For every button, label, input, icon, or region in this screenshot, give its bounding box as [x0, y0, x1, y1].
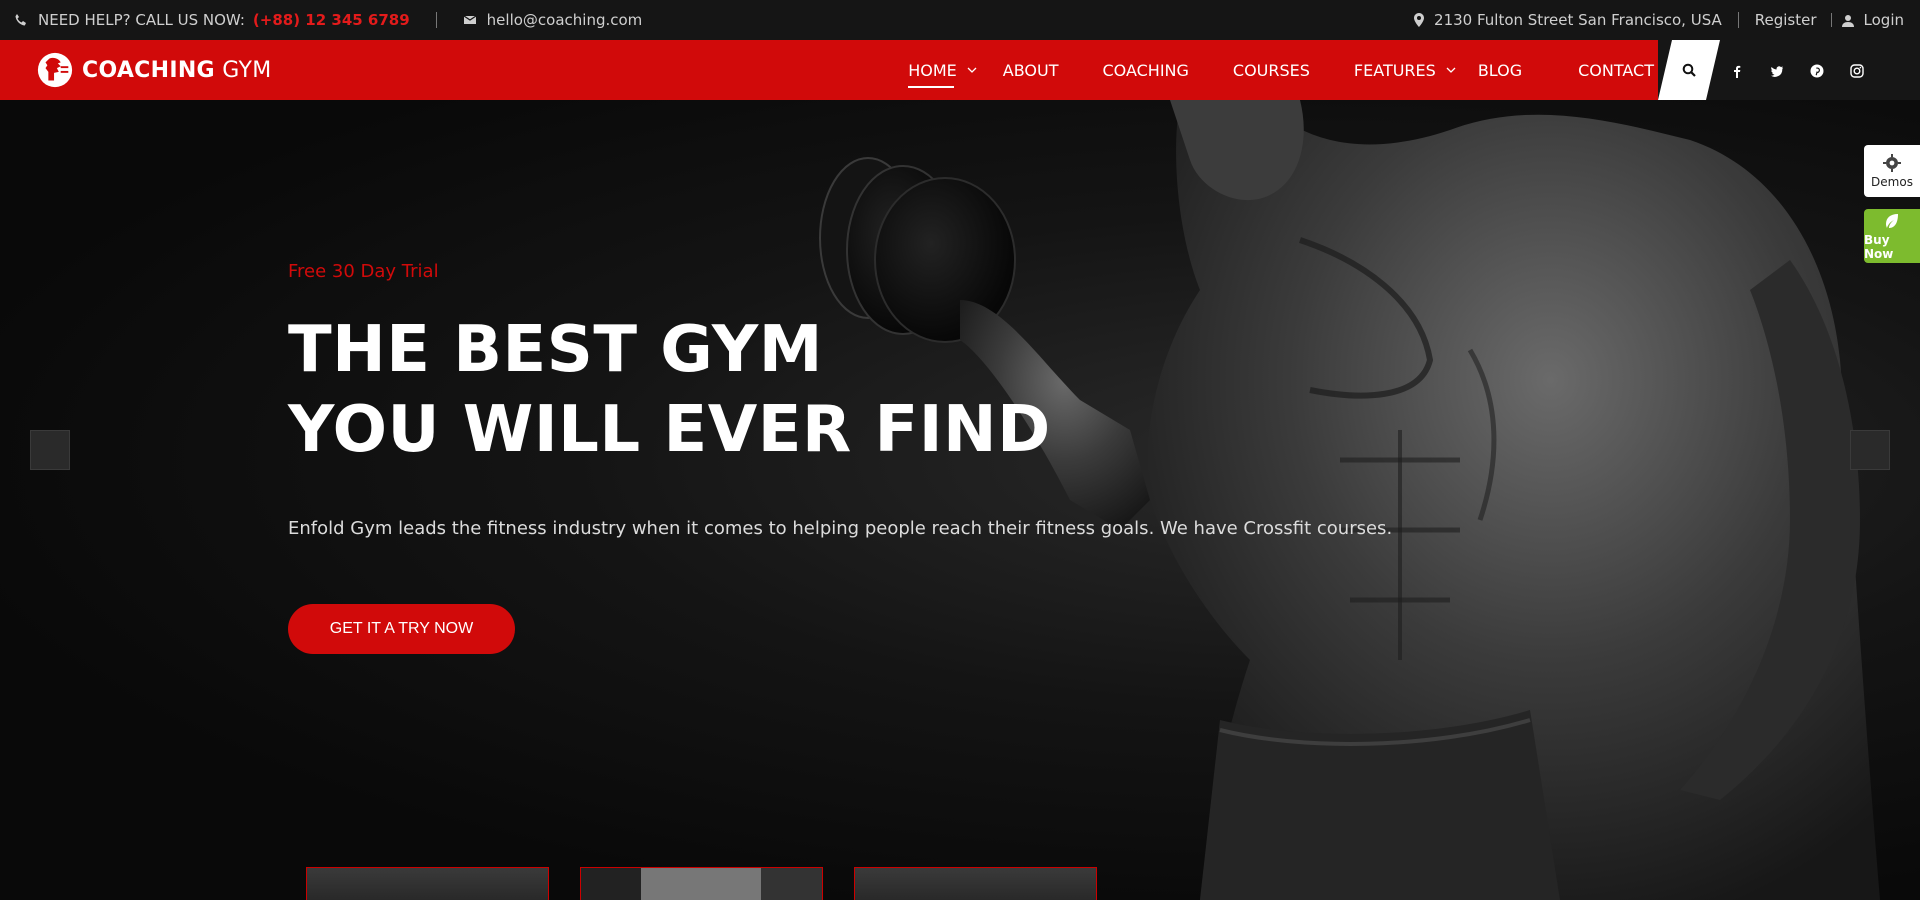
- menu-item-contact[interactable]: CONTACT: [1578, 40, 1654, 100]
- facebook-icon[interactable]: [1730, 63, 1744, 78]
- user-icon: [1841, 14, 1854, 27]
- feature-card[interactable]: [306, 867, 549, 900]
- mail-icon: [463, 15, 477, 24]
- top-bar-right: 2130 Fulton Street San Francisco, USA Re…: [1414, 0, 1904, 40]
- buy-now-button[interactable]: Buy Now: [1864, 209, 1920, 263]
- location-pin-icon: [1414, 13, 1425, 27]
- login-link[interactable]: Login: [1864, 11, 1904, 29]
- menu-item-home[interactable]: HOME: [908, 40, 977, 100]
- chevron-down-icon: [967, 67, 977, 73]
- phone-number[interactable]: (+88) 12 345 6789: [253, 11, 410, 29]
- menu-item-about[interactable]: ABOUT: [1003, 40, 1059, 100]
- feature-card[interactable]: [854, 867, 1097, 900]
- divider: [1737, 12, 1739, 28]
- logo-icon: [37, 52, 73, 88]
- search-icon: [1682, 63, 1696, 77]
- menu-item-courses[interactable]: COURSES: [1233, 40, 1310, 100]
- main-navbar: COACHING GYM HOME ABOUT COACHING COURSES…: [0, 40, 1920, 100]
- divider: [1830, 13, 1832, 27]
- hero-section: Free 30 Day Trial THE BEST GYM YOU WILL …: [0, 100, 1920, 900]
- chevron-down-icon: [1446, 67, 1456, 73]
- instagram-icon[interactable]: [1850, 63, 1864, 78]
- active-indicator: [908, 86, 955, 88]
- leaf-icon: [1886, 213, 1898, 228]
- feature-card[interactable]: [580, 867, 823, 900]
- feature-cards: [306, 867, 1097, 900]
- menu-label: FEATURES: [1353, 60, 1436, 80]
- menu-item-blog[interactable]: BLOG: [1478, 40, 1522, 100]
- top-bar: NEED HELP? CALL US NOW: (+88) 12 345 678…: [0, 0, 1920, 40]
- menu-item-features[interactable]: FEATURES: [1354, 40, 1456, 100]
- menu-item-coaching[interactable]: COACHING: [1102, 40, 1188, 100]
- pinterest-icon[interactable]: [1810, 63, 1824, 78]
- menu-label: BLOG: [1477, 60, 1523, 80]
- logo[interactable]: COACHING GYM: [36, 50, 271, 90]
- menu-label: COACHING: [1102, 60, 1189, 80]
- hero-kicker: Free 30 Day Trial: [288, 261, 439, 282]
- top-bar-contact: NEED HELP? CALL US NOW: (+88) 12 345 678…: [14, 0, 642, 40]
- demos-button[interactable]: Demos: [1864, 145, 1920, 197]
- phone-icon: [15, 14, 26, 26]
- address: 2130 Fulton Street San Francisco, USA: [1434, 11, 1722, 29]
- headline-line-2: YOU WILL EVER FIND: [288, 393, 1051, 467]
- prev-slide-thumbnail[interactable]: [30, 430, 70, 470]
- buy-label: Buy Now: [1864, 232, 1894, 261]
- hero-description: Enfold Gym leads the fitness industry wh…: [288, 518, 1393, 539]
- brand-light: GYM: [222, 57, 272, 83]
- menu-label: ABOUT: [1002, 60, 1059, 80]
- hero-athlete-image: [819, 100, 1880, 900]
- email-link[interactable]: hello@coaching.com: [487, 11, 643, 29]
- menu-label: COURSES: [1232, 60, 1310, 80]
- help-label: NEED HELP? CALL US NOW:: [38, 11, 245, 29]
- register-link[interactable]: Register: [1755, 11, 1817, 29]
- menu-label: CONTACT: [1578, 60, 1654, 80]
- hero-headline: THE BEST GYM YOU WILL EVER FIND: [288, 310, 1051, 470]
- twitter-icon[interactable]: [1770, 63, 1784, 77]
- divider: [435, 12, 437, 28]
- social-links: [1730, 40, 1864, 100]
- brand-bold: COACHING: [82, 57, 215, 83]
- get-trial-button[interactable]: GET IT A TRY NOW: [288, 604, 515, 654]
- menu-label: HOME: [908, 60, 957, 80]
- main-menu: HOME ABOUT COACHING COURSES FEATURES BLO…: [908, 40, 1654, 100]
- demos-label: Demos: [1871, 174, 1913, 189]
- gear-icon: [1883, 153, 1901, 172]
- brand-name: COACHING GYM: [82, 58, 271, 83]
- next-slide-thumbnail[interactable]: [1850, 430, 1890, 470]
- headline-line-1: THE BEST GYM: [288, 313, 823, 387]
